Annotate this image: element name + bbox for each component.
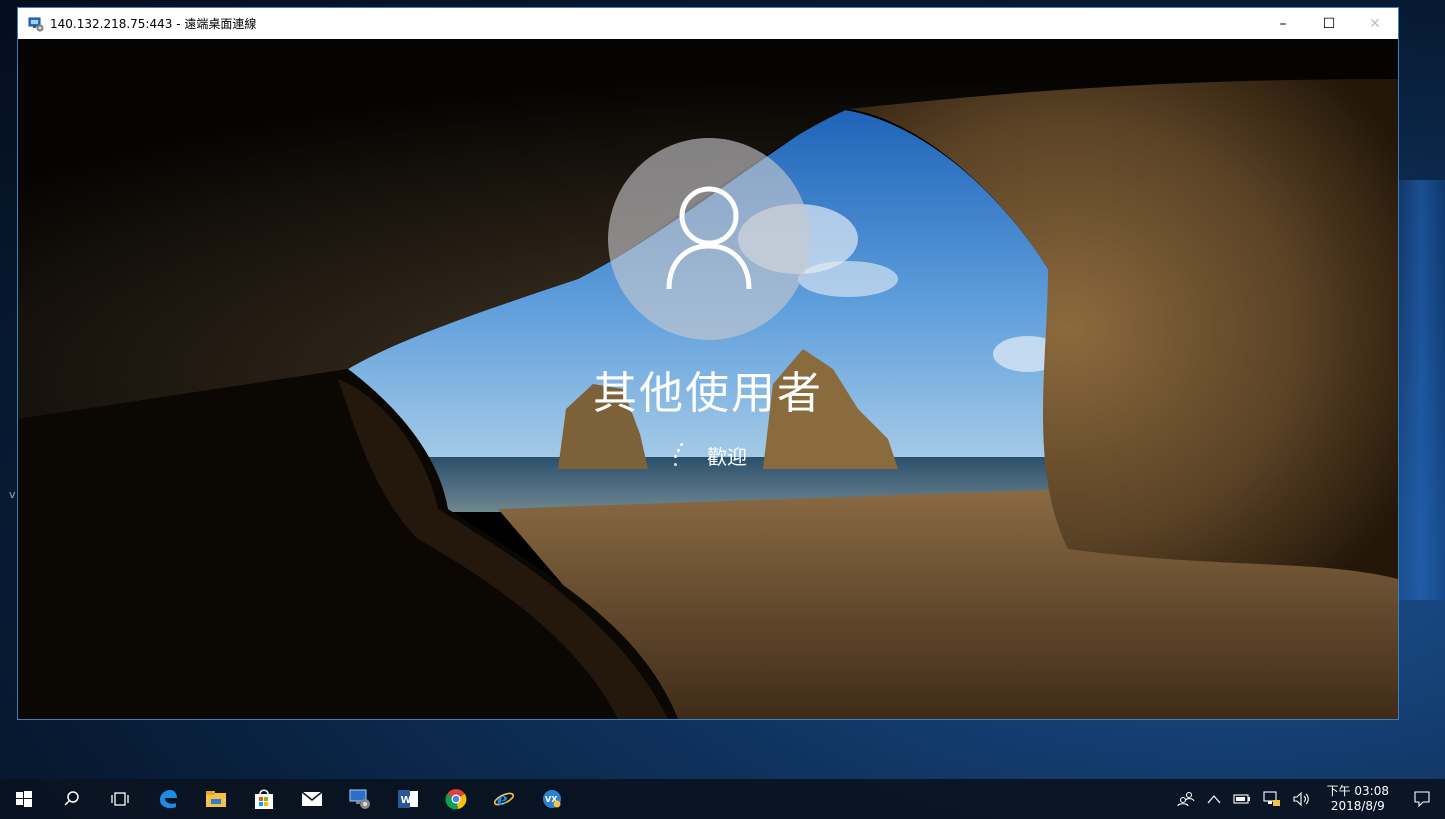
clock[interactable]: 下午 03:08 2018/8/9 [1317, 779, 1399, 819]
svg-text:e: e [497, 790, 508, 810]
user-icon [666, 186, 752, 290]
remote-desktop-icon[interactable] [336, 779, 384, 819]
taskbar: W e VX 下午 03:08 2018/8/9 [0, 779, 1445, 819]
windows-start-icon[interactable] [0, 779, 48, 819]
volume-icon[interactable] [1287, 779, 1317, 819]
window-titlebar[interactable]: 140.132.218.75:443 - 遠端桌面連線 – ☐ ✕ [18, 8, 1398, 39]
people-icon[interactable] [1171, 779, 1201, 819]
loading-spinner-icon [669, 442, 689, 469]
chevron-up-icon[interactable] [1201, 779, 1227, 819]
store-icon[interactable] [240, 779, 288, 819]
user-avatar [608, 138, 810, 340]
remote-lock-screen[interactable]: 其他使用者 歡迎 [18, 39, 1398, 719]
internet-explorer-icon[interactable]: e [480, 779, 528, 819]
window-title: 140.132.218.75:443 - 遠端桌面連線 [50, 17, 257, 31]
window-controls: – ☐ ✕ [1260, 8, 1398, 39]
task-view-icon[interactable] [96, 779, 144, 819]
username-label: 其他使用者 [593, 368, 823, 419]
desktop-edge-caret: v [9, 488, 16, 501]
search-icon[interactable] [48, 779, 96, 819]
system-tray: 下午 03:08 2018/8/9 [1171, 779, 1445, 819]
network-icon[interactable] [1257, 779, 1287, 819]
chrome-icon[interactable] [432, 779, 480, 819]
edge-icon[interactable] [144, 779, 192, 819]
mail-icon[interactable] [288, 779, 336, 819]
clock-date: 2018/8/9 [1330, 799, 1385, 813]
close-button[interactable]: ✕ [1352, 8, 1398, 39]
vx-app-icon[interactable]: VX [528, 779, 576, 819]
notification-icon[interactable] [1399, 779, 1445, 819]
battery-icon[interactable] [1227, 779, 1257, 819]
minimize-button[interactable]: – [1260, 8, 1306, 39]
remote-desktop-app-icon [28, 16, 44, 32]
clock-time: 下午 03:08 [1326, 784, 1389, 798]
maximize-button[interactable]: ☐ [1306, 8, 1352, 39]
file-explorer-icon[interactable] [192, 779, 240, 819]
remote-desktop-window[interactable]: 140.132.218.75:443 - 遠端桌面連線 – ☐ ✕ 其他使用者 … [17, 7, 1399, 720]
welcome-status: 歡迎 [18, 441, 1398, 470]
word-icon[interactable]: W [384, 779, 432, 819]
welcome-text: 歡迎 [707, 445, 747, 469]
svg-text:W: W [401, 795, 412, 806]
